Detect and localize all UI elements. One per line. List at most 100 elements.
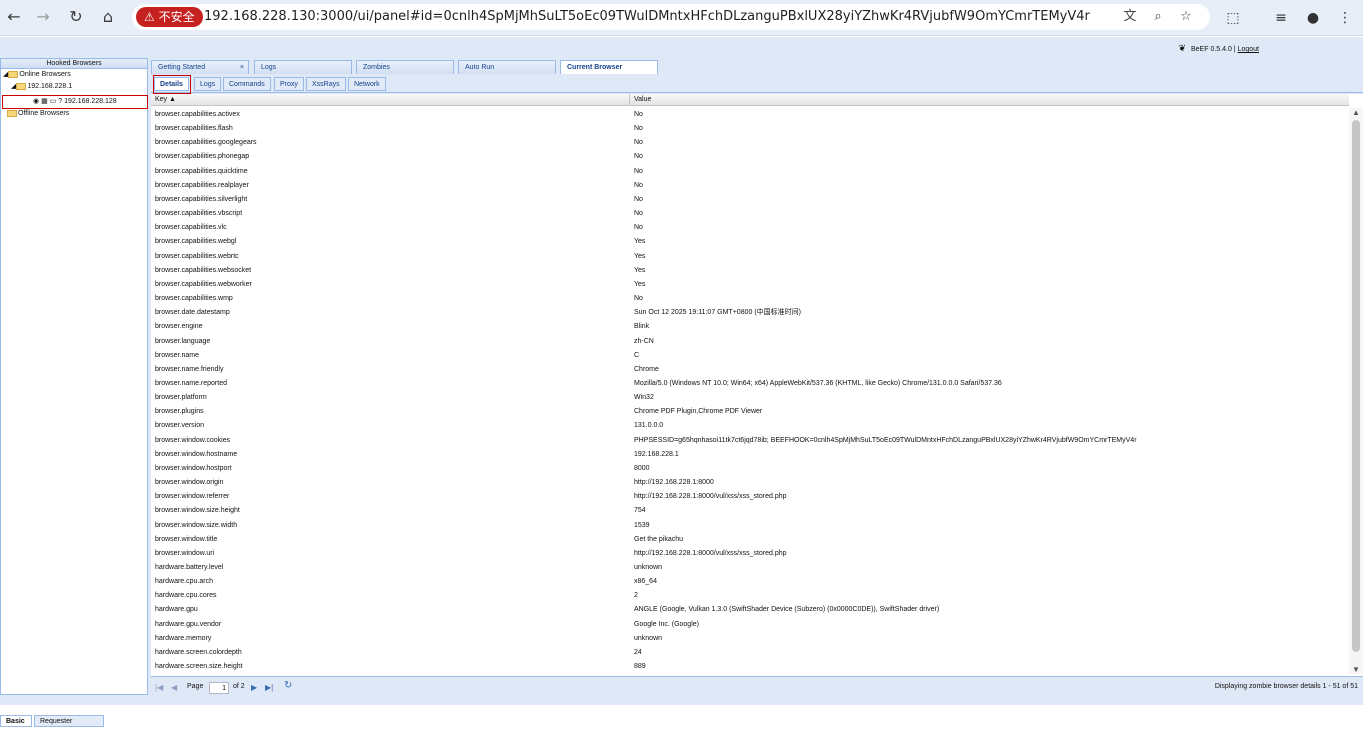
table-row[interactable]: browser.name.friendly Chrome <box>151 363 1347 377</box>
table-row[interactable]: browser.language zh-CN <box>151 335 1347 349</box>
address-bar[interactable]: ⚠ 不安全 192.168.228.130:3000/ui/panel#id=0… <box>132 4 1210 30</box>
tab-basic[interactable]: Basic <box>0 715 32 727</box>
row-key: browser.window.hostport <box>155 464 232 472</box>
table-row[interactable]: browser.window.origin http://192.168.228.… <box>151 476 1347 490</box>
table-row[interactable]: browser.window.cookies PHPSESSID=g65hqnha… <box>151 434 1347 448</box>
sub-tab-bar: Details Logs Commands Proxy XssRays Netw… <box>151 75 1363 94</box>
table-row[interactable]: browser.capabilities.silverlight No <box>151 193 1347 207</box>
version-area: ❦ BeEF 0.5.4.0 | Logout <box>1178 43 1259 54</box>
table-row[interactable]: browser.capabilities.googlegears No <box>151 136 1347 150</box>
tab-logs[interactable]: Logs <box>254 60 352 74</box>
subtab-xssrays[interactable]: XssRays <box>306 77 346 91</box>
row-key: hardware.cpu.arch <box>155 578 213 586</box>
table-row[interactable]: browser.capabilities.vlc No <box>151 221 1347 235</box>
row-key: browser.capabilities.flash <box>155 125 233 133</box>
refresh-icon[interactable]: ↻ <box>284 680 292 692</box>
row-key: browser.window.cookies <box>155 436 231 444</box>
prev-page-icon[interactable]: ◀ <box>171 682 177 694</box>
table-row[interactable]: browser.capabilities.websocket Yes <box>151 264 1347 278</box>
table-row[interactable]: hardware.cpu.cores 2 <box>151 589 1347 603</box>
table-row[interactable]: browser.window.size.height 754 <box>151 504 1347 518</box>
table-row[interactable]: browser.date.datestamp Sun Oct 12 2025 19… <box>151 306 1347 320</box>
next-page-icon[interactable]: ▶ <box>251 682 257 694</box>
table-row[interactable]: hardware.gpu.vendor Google Inc. (Google) <box>151 618 1347 632</box>
row-value: 1539 <box>634 521 650 529</box>
tab-getting-started[interactable]: Getting Started × <box>151 60 249 74</box>
table-row[interactable]: hardware.screen.colordepth 24 <box>151 646 1347 660</box>
logout-link[interactable]: Logout <box>1238 46 1259 53</box>
table-row[interactable]: browser.capabilities.activex No <box>151 108 1347 122</box>
table-row[interactable]: browser.capabilities.wmp No <box>151 292 1347 306</box>
page-number-input[interactable]: 1 <box>209 682 229 694</box>
row-key: hardware.memory <box>155 634 212 642</box>
subtab-commands[interactable]: Commands <box>223 77 271 91</box>
table-row[interactable]: browser.capabilities.phonegap No <box>151 150 1347 164</box>
row-key: hardware.gpu <box>155 606 198 614</box>
scroll-up-icon[interactable]: ▲ <box>1351 108 1361 117</box>
table-row[interactable]: hardware.cpu.arch x86_64 <box>151 575 1347 589</box>
row-key: browser.capabilities.googlegears <box>155 139 257 147</box>
url-text[interactable]: 192.168.228.130:3000/ui/panel#id=0cnlh4S… <box>204 9 1090 24</box>
tab-auto-run[interactable]: Auto Run <box>458 60 556 74</box>
table-row[interactable]: hardware.gpu ANGLE (Google, Vulkan 1.3.0 … <box>151 603 1347 617</box>
bookmark-star-icon[interactable]: ☆ <box>1176 8 1196 26</box>
scroll-down-icon[interactable]: ▼ <box>1351 665 1361 674</box>
reload-icon[interactable]: ↻ <box>64 6 88 28</box>
zoom-icon[interactable]: ⌕ <box>1148 8 1168 26</box>
table-row[interactable]: browser.capabilities.vbscript No <box>151 207 1347 221</box>
table-row[interactable]: browser.window.size.width 1539 <box>151 519 1347 533</box>
menu-icon[interactable]: ⋮ <box>1334 8 1356 28</box>
forward-icon[interactable]: → <box>31 6 55 28</box>
table-row[interactable]: hardware.screen.size.height 889 <box>151 660 1347 674</box>
table-row[interactable]: hardware.battery.level unknown <box>151 561 1347 575</box>
translate-icon[interactable]: 文 <box>1120 8 1140 26</box>
tab-zombies[interactable]: Zombies <box>356 60 454 74</box>
row-value: unknown <box>634 634 663 642</box>
col-header-key[interactable]: Key ▲ <box>151 94 630 106</box>
profile-avatar[interactable]: ● <box>1302 8 1324 28</box>
row-value: Google Inc. (Google) <box>634 620 699 628</box>
table-row[interactable]: browser.window.hostport 8000 <box>151 462 1347 476</box>
table-row[interactable]: browser.name.reported Mozilla/5.0 (Window… <box>151 377 1347 391</box>
table-row[interactable]: browser.platform Win32 <box>151 391 1347 405</box>
grid-scrollbar[interactable]: ▲ ▼ <box>1349 108 1363 674</box>
tab-requester[interactable]: Requester <box>34 715 104 727</box>
tree-subnet[interactable]: ◢ 192.168.228.1 <box>11 81 72 93</box>
table-row[interactable]: browser.capabilities.realplayer No <box>151 179 1347 193</box>
close-icon[interactable]: × <box>240 61 244 75</box>
table-row[interactable]: browser.window.title Get the pikachu <box>151 533 1347 547</box>
beef-logo-icon: ❦ <box>1178 43 1186 53</box>
table-row[interactable]: browser.window.uri http://192.168.228.1:8… <box>151 547 1347 561</box>
table-row[interactable]: browser.window.hostname 192.168.228.1 <box>151 448 1347 462</box>
home-icon[interactable]: ⌂ <box>96 6 120 28</box>
table-row[interactable]: browser.version 131.0.0.0 <box>151 419 1347 433</box>
table-row[interactable]: browser.window.referrer http://192.168.22… <box>151 490 1347 504</box>
subtab-logs[interactable]: Logs <box>194 77 222 91</box>
tree-online-browsers[interactable]: ◢ Online Browsers <box>3 69 71 81</box>
table-row[interactable]: browser.engine Blink <box>151 320 1347 334</box>
subtab-proxy[interactable]: Proxy <box>274 77 304 91</box>
subtab-network[interactable]: Network <box>348 77 386 91</box>
row-value: No <box>634 224 643 232</box>
table-row[interactable]: browser.capabilities.flash No <box>151 122 1347 136</box>
col-header-value[interactable]: Value <box>630 94 651 106</box>
row-key: browser.capabilities.vbscript <box>155 210 243 218</box>
extensions-icon[interactable]: ⬚ <box>1222 8 1244 28</box>
table-row[interactable]: browser.capabilities.quicktime No <box>151 165 1347 179</box>
table-row[interactable]: browser.capabilities.webgl Yes <box>151 235 1347 249</box>
table-row[interactable]: hardware.memory unknown <box>151 632 1347 646</box>
first-page-icon[interactable]: |◀ <box>155 682 163 694</box>
row-key: browser.date.datestamp <box>155 309 230 317</box>
left-bottom-tabs: Basic Requester <box>0 715 148 729</box>
tree-offline-browsers[interactable]: Offline Browsers <box>7 108 69 120</box>
last-page-icon[interactable]: ▶| <box>265 682 273 694</box>
scrollbar-thumb[interactable] <box>1352 120 1360 652</box>
table-row[interactable]: browser.name C <box>151 349 1347 363</box>
reading-list-icon[interactable]: ≡ <box>1270 8 1292 28</box>
table-row[interactable]: browser.plugins Chrome PDF Plugin,Chrome … <box>151 405 1347 419</box>
table-row[interactable]: browser.capabilities.webrtc Yes <box>151 250 1347 264</box>
back-icon[interactable]: ← <box>2 6 26 28</box>
tab-current-browser[interactable]: Current Browser <box>560 60 658 74</box>
not-secure-badge[interactable]: ⚠ 不安全 <box>136 7 203 27</box>
table-row[interactable]: browser.capabilities.webworker Yes <box>151 278 1347 292</box>
